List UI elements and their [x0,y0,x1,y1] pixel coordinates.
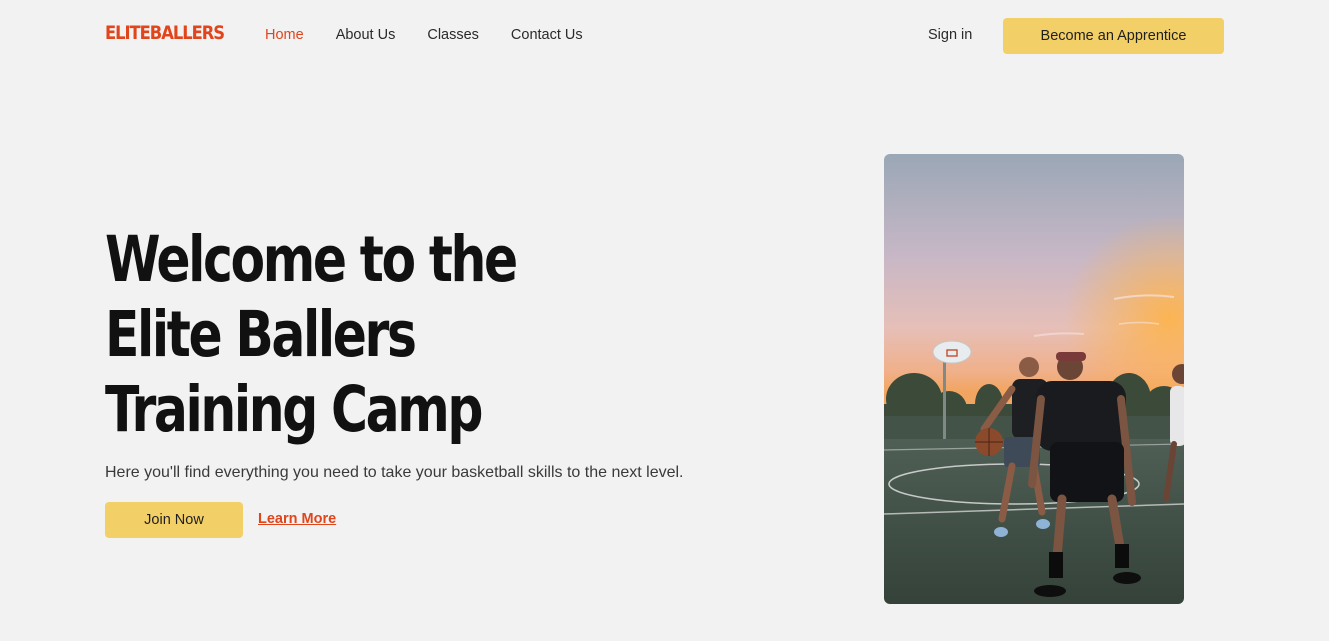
hero-basketball-photo [884,154,1184,604]
nav-classes[interactable]: Classes [427,27,479,43]
nav-home[interactable]: Home [265,27,304,43]
brand-logo[interactable]: ELITEBALLERS [105,22,225,44]
sign-in-link[interactable]: Sign in [928,27,972,43]
hero-title-line-3: Training Camp [105,373,483,446]
hero-subtitle: Here you'll find everything you need to … [105,464,684,481]
join-now-button[interactable]: Join Now [105,502,243,538]
hero-title-line-2: Elite Ballers [105,298,417,371]
learn-more-link[interactable]: Learn More [258,511,336,527]
become-apprentice-button[interactable]: Become an Apprentice [1003,18,1224,54]
nav-contact-us[interactable]: Contact Us [511,27,583,43]
main-nav: Home About Us Classes Contact Us [265,27,583,43]
nav-about-us[interactable]: About Us [336,27,396,43]
hero-title-line-1: Welcome to the [105,223,518,296]
hero-title: Welcome to the Elite Ballers Training Ca… [105,222,518,447]
